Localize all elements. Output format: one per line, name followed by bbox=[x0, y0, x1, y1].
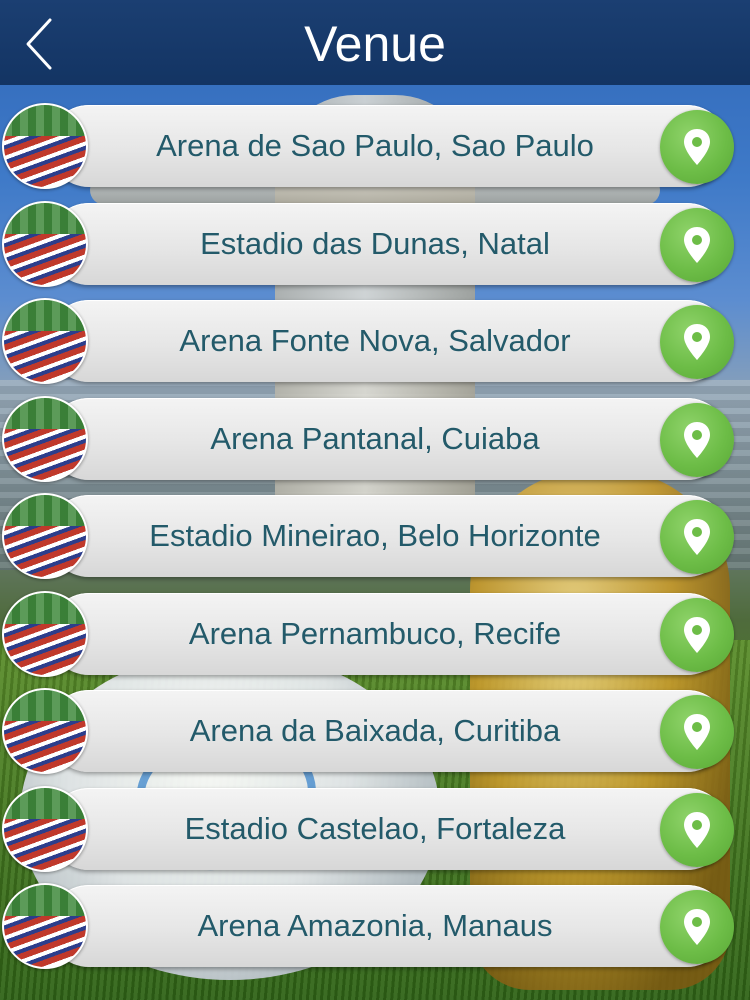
map-pin-button[interactable] bbox=[660, 207, 734, 282]
map-pin-icon bbox=[684, 421, 710, 458]
map-pin-icon bbox=[684, 519, 710, 555]
venue-row[interactable]: Arena Pernambuco, Recife bbox=[0, 590, 750, 677]
venue-row[interactable]: Arena Fonte Nova, Salvador bbox=[0, 298, 750, 384]
venue-row[interactable]: Estadio das Dunas, Natal bbox=[0, 200, 750, 287]
venue-name: Arena Pantanal, Cuiaba bbox=[210, 420, 540, 456]
map-pin-icon bbox=[684, 714, 710, 750]
venue-list: Arena de Sao Paulo, Sao Paulo Estadio da… bbox=[0, 103, 750, 981]
venue-row[interactable]: Arena de Sao Paulo, Sao Paulo bbox=[0, 103, 750, 189]
stadium-thumbnail bbox=[2, 103, 88, 189]
page-title: Venue bbox=[304, 16, 446, 72]
venue-row[interactable]: Estadio Castelao, Fortaleza bbox=[0, 785, 750, 872]
map-pin-icon bbox=[684, 909, 710, 945]
stadium-thumbnail bbox=[2, 785, 88, 872]
stadium-thumbnail bbox=[2, 688, 88, 774]
map-pin-button[interactable] bbox=[660, 305, 734, 379]
map-pin-button[interactable] bbox=[660, 597, 734, 672]
stadium-thumbnail bbox=[2, 590, 88, 677]
map-pin-button[interactable] bbox=[660, 110, 734, 184]
venue-row[interactable]: Arena Pantanal, Cuiaba bbox=[0, 395, 750, 482]
venue-name: Arena Fonte Nova, Salvador bbox=[179, 323, 571, 358]
map-pin-icon bbox=[684, 811, 710, 848]
map-pin-icon bbox=[684, 324, 710, 360]
venue-row[interactable]: Arena da Baixada, Curitiba bbox=[0, 688, 750, 774]
map-pin-button[interactable] bbox=[660, 402, 734, 477]
venue-name: Estadio das Dunas, Natal bbox=[200, 225, 550, 261]
stadium-thumbnail bbox=[2, 493, 88, 579]
map-pin-icon bbox=[684, 616, 710, 653]
stadium-thumbnail bbox=[2, 200, 88, 287]
venue-name: Arena da Baixada, Curitiba bbox=[189, 713, 561, 748]
map-pin-icon bbox=[684, 226, 710, 263]
map-pin-button[interactable] bbox=[660, 500, 734, 574]
nav-bar: Venue bbox=[0, 0, 750, 85]
venue-name: Estadio Mineirao, Belo Horizonte bbox=[149, 518, 601, 553]
stadium-thumbnail bbox=[2, 298, 88, 384]
map-pin-button[interactable] bbox=[660, 695, 734, 769]
stadium-thumbnail bbox=[2, 395, 88, 482]
stadium-thumbnail bbox=[2, 883, 88, 969]
venue-name: Arena Pernambuco, Recife bbox=[188, 615, 562, 651]
venue-name: Arena de Sao Paulo, Sao Paulo bbox=[156, 128, 594, 163]
venue-row[interactable]: Estadio Mineirao, Belo Horizonte bbox=[0, 493, 750, 579]
venue-name: Estadio Castelao, Fortaleza bbox=[184, 810, 566, 846]
map-pin-button[interactable] bbox=[660, 792, 734, 867]
venue-name: Arena Amazonia, Manaus bbox=[197, 908, 553, 943]
map-pin-button[interactable] bbox=[660, 890, 734, 964]
map-pin-icon bbox=[684, 129, 710, 165]
venue-row[interactable]: Arena Amazonia, Manaus bbox=[0, 883, 750, 969]
